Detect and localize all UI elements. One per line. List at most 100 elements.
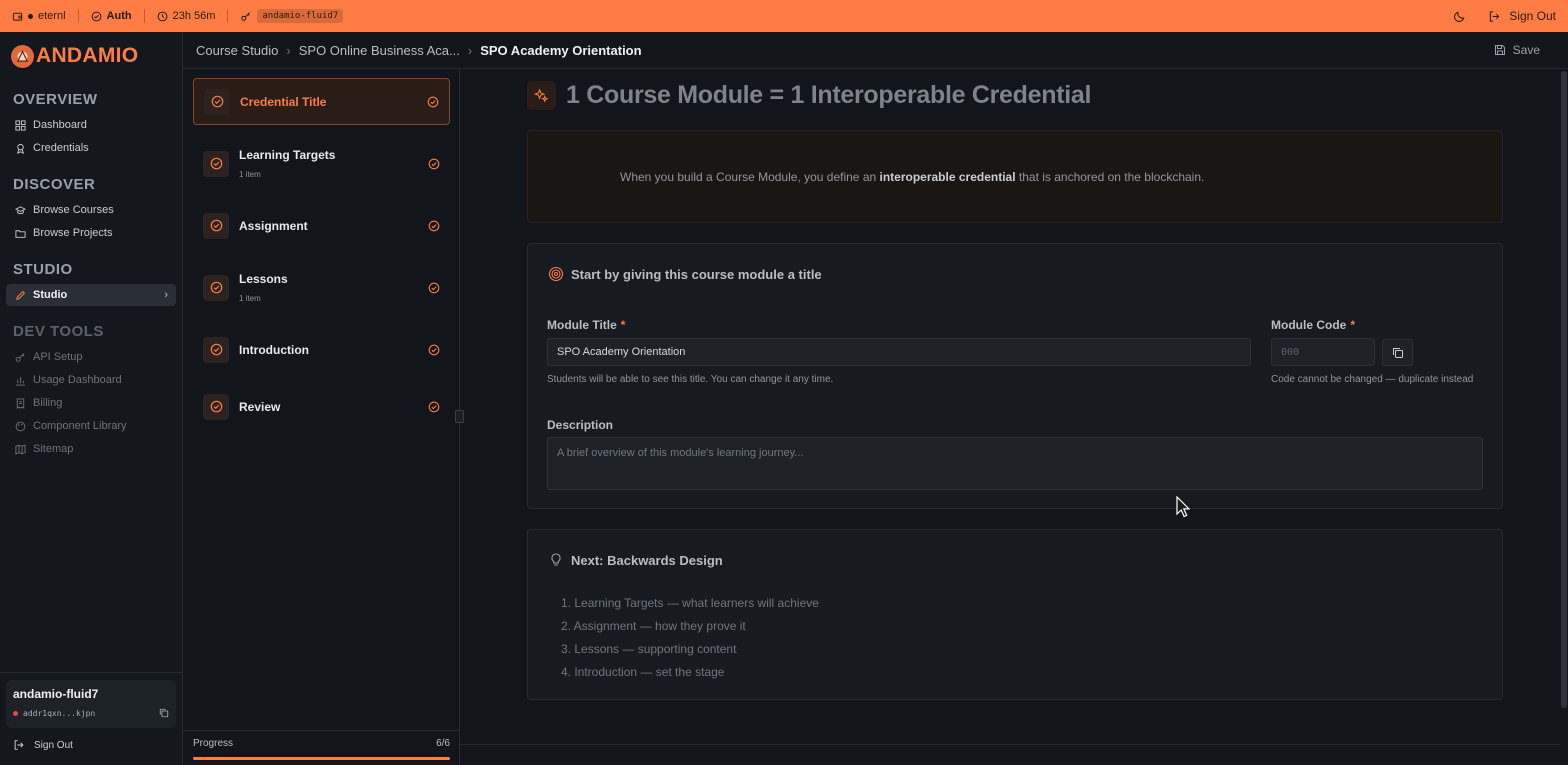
key-icon <box>240 11 252 22</box>
target-icon <box>548 266 564 282</box>
nav-section-title: STUDIO <box>13 261 73 278</box>
palette-icon <box>15 421 26 432</box>
user-card: andamio-fluid7 addr1qxn...kjpn <box>6 680 176 728</box>
nav-section-title: DEV TOOLS <box>13 323 104 340</box>
module-title-card: Start by giving this course module a tit… <box>527 243 1503 509</box>
sidebar-item-studio[interactable]: Studio › <box>6 284 176 306</box>
duplicate-button[interactable] <box>1382 339 1413 366</box>
sidebar: ANDAMIO OVERVIEW Dashboard Credentials D… <box>0 32 183 765</box>
auth-indicator: Auth <box>91 10 132 22</box>
access-token-indicator: andamio-fluid7 <box>240 9 344 23</box>
step-title: Credential Title <box>240 94 327 109</box>
sidebar-item-credentials[interactable]: Credentials <box>6 137 176 159</box>
nav-section-title: OVERVIEW <box>13 91 98 108</box>
check-circle-icon <box>428 282 440 294</box>
sidebar-item-label: Credentials <box>33 142 89 154</box>
module-code-help: Code cannot be changed — duplicate inste… <box>1271 374 1474 385</box>
breadcrumb-current: SPO Academy Orientation <box>480 42 642 58</box>
alias-chip: andamio-fluid7 <box>257 9 344 23</box>
brand-logo[interactable]: ANDAMIO <box>11 44 138 68</box>
step-learning-targets[interactable]: Learning Targets 1 item <box>193 140 450 187</box>
award-icon <box>15 143 26 154</box>
breadcrumb: Course Studio › SPO Online Business Aca.… <box>183 32 1568 69</box>
sidebar-item-browse-projects[interactable]: Browse Projects <box>6 222 176 244</box>
check-circle-icon <box>428 344 440 356</box>
description-textarea[interactable]: A brief overview of this module's learni… <box>547 437 1483 490</box>
progress-label: Progress <box>193 738 234 749</box>
sidebar-item-label: Billing <box>33 397 63 409</box>
key-icon <box>15 352 26 363</box>
step-title: Assignment <box>239 218 308 233</box>
sign-out-label: Sign Out <box>1509 9 1556 23</box>
step-title: Learning Targets <box>239 148 336 162</box>
step-review[interactable]: Review <box>193 383 450 430</box>
progress-bar-fill <box>193 757 450 760</box>
module-code-input[interactable]: 000 <box>1271 338 1375 366</box>
step-title: Lessons <box>239 272 288 286</box>
sidebar-item-label: Browse Courses <box>33 204 114 216</box>
auth-label: Auth <box>106 10 132 22</box>
wallet-address: addr1qxn...kjpn <box>13 708 169 718</box>
sidebar-item-usage-dashboard[interactable]: Usage Dashboard <box>6 369 176 391</box>
save-icon <box>1494 44 1506 56</box>
copy-icon <box>1392 347 1404 359</box>
sidebar-item-billing[interactable]: Billing <box>6 392 176 414</box>
next-steps-card: Next: Backwards Design 1. Learning Targe… <box>527 529 1503 700</box>
top-status-bar: eternl Auth 23h 56m andamio-fluid7 Sign … <box>0 0 1568 32</box>
check-circle-icon <box>91 11 102 22</box>
log-out-icon <box>13 739 25 751</box>
nav-section-title: DISCOVER <box>13 176 96 193</box>
sidebar-item-sitemap[interactable]: Sitemap <box>6 438 176 460</box>
step-lessons[interactable]: Lessons 1 item <box>193 264 450 311</box>
wallet-status-dot <box>28 13 33 19</box>
save-button[interactable]: Save <box>1494 43 1540 57</box>
wallet-icon <box>12 11 23 22</box>
sign-out-button[interactable]: Sign Out <box>1488 9 1556 23</box>
progress-bar <box>193 757 450 760</box>
step-assignment[interactable]: Assignment <box>193 202 450 249</box>
sidebar-item-api-setup[interactable]: API Setup <box>6 346 176 368</box>
step-check-icon <box>203 274 229 301</box>
wallet-name: eternl <box>38 10 66 22</box>
module-title-help: Students will be able to see this title.… <box>547 374 834 385</box>
sidebar-item-label: Sitemap <box>33 443 74 455</box>
scrollbar[interactable] <box>1561 71 1567 708</box>
breadcrumb-item[interactable]: SPO Online Business Aca... <box>299 43 460 58</box>
check-circle-icon <box>428 158 440 170</box>
log-out-icon <box>1488 10 1501 23</box>
bar-chart-icon <box>15 375 26 386</box>
chevron-right-icon: › <box>286 42 291 58</box>
sidebar-sign-out-button[interactable]: Sign Out <box>13 739 73 751</box>
divider <box>143 9 145 23</box>
sparkles-icon <box>527 81 556 110</box>
status-dot <box>13 710 18 716</box>
module-title-input[interactable]: SPO Academy Orientation <box>547 338 1251 366</box>
chevron-right-icon: › <box>164 289 168 301</box>
user-alias: andamio-fluid7 <box>13 687 99 701</box>
step-subtitle: 1 item <box>239 170 261 179</box>
divider <box>0 672 183 673</box>
grid-icon <box>15 119 26 131</box>
sidebar-item-browse-courses[interactable]: Browse Courses <box>6 199 176 221</box>
map-icon <box>15 444 26 455</box>
divider <box>77 9 79 23</box>
sidebar-item-dashboard[interactable]: Dashboard <box>6 114 176 136</box>
folder-icon <box>15 228 26 239</box>
list-item: 2. Assignment — how they prove it <box>561 619 746 633</box>
check-circle-icon <box>427 96 439 108</box>
description-label: Description <box>547 418 614 432</box>
copy-icon[interactable] <box>159 708 169 718</box>
graduation-cap-icon <box>15 205 26 216</box>
session-timer: 23h 56m <box>157 10 215 22</box>
sidebar-item-label: Browse Projects <box>33 227 113 239</box>
theme-toggle-moon-icon[interactable] <box>1453 10 1466 23</box>
step-check-icon <box>203 336 229 363</box>
breadcrumb-item[interactable]: Course Studio <box>196 43 278 58</box>
step-introduction[interactable]: Introduction <box>193 326 450 373</box>
sidebar-item-component-library[interactable]: Component Library <box>6 415 176 437</box>
wallet-indicator[interactable]: eternl <box>12 10 66 22</box>
step-title: Review <box>239 399 281 414</box>
clock-icon <box>157 11 168 22</box>
page-heading: 1 Course Module = 1 Interoperable Creden… <box>527 81 1091 110</box>
step-credential-title[interactable]: Credential Title <box>193 78 450 125</box>
